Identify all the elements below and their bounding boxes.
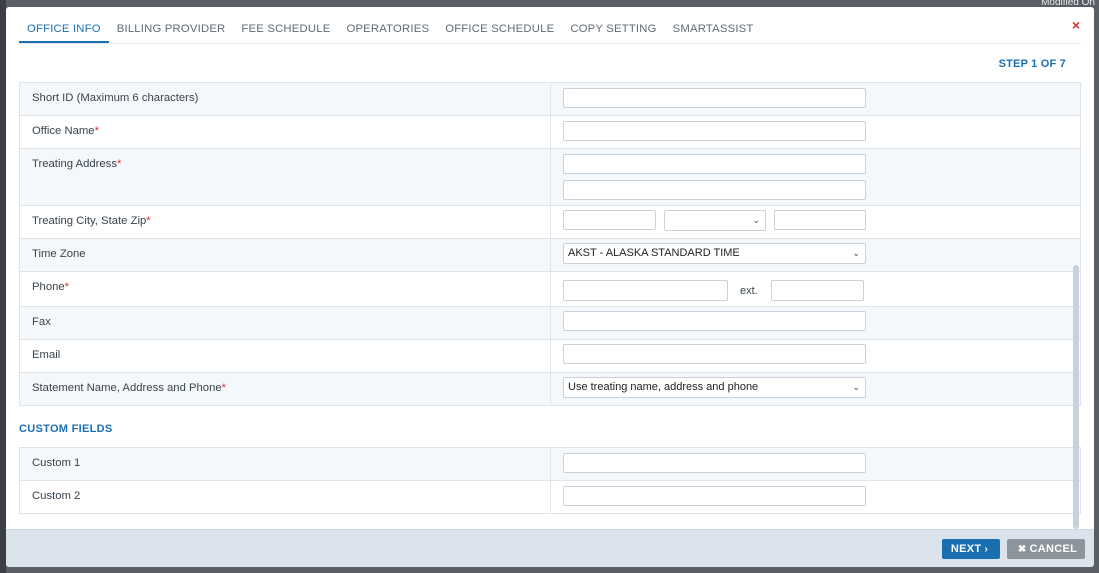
statement-label-text: Statement Name, Address and Phone (32, 382, 222, 394)
tab-copy-setting[interactable]: COPY SETTING (562, 7, 664, 43)
office-name-input[interactable] (563, 121, 866, 141)
cancel-button-label: CANCEL (1029, 543, 1078, 555)
statement-select-value: Use treating name, address and phone (568, 381, 759, 393)
short-id-label: Short ID (Maximum 6 characters) (20, 83, 551, 115)
form-row-fax: Fax (20, 307, 1080, 340)
tab-billing-provider[interactable]: BILLING PROVIDER (109, 7, 234, 43)
form-row-time-zone: Time Zone AKST - ALASKA STANDARD TIME ⌄ (20, 239, 1080, 272)
chevron-down-icon: ⌄ (852, 382, 860, 392)
chevron-right-icon: › (984, 544, 989, 555)
form-row-custom-1: Custom 1 (20, 448, 1080, 481)
tab-smartassist[interactable]: SMARTASSIST (665, 7, 762, 43)
short-id-label-text: Short ID (Maximum 6 characters) (32, 92, 199, 104)
step-indicator: STEP 1 OF 7 (998, 58, 1066, 70)
city-state-zip-cell: ⌄ (551, 206, 1080, 238)
treating-address-line2-input[interactable] (563, 180, 866, 200)
custom-2-input[interactable] (563, 486, 866, 506)
cancel-button[interactable]: ✖ CANCEL (1007, 539, 1085, 559)
time-zone-select[interactable]: AKST - ALASKA STANDARD TIME ⌄ (563, 243, 866, 264)
custom-2-label: Custom 2 (20, 481, 551, 513)
tab-divider (19, 43, 1081, 44)
form-row-phone: Phone* ext. (20, 272, 1080, 307)
close-icon: ✖ (1017, 544, 1027, 555)
form-row-office-name: Office Name* (20, 116, 1080, 149)
phone-ext-input[interactable] (771, 280, 864, 301)
statement-select[interactable]: Use treating name, address and phone ⌄ (563, 377, 866, 398)
office-name-cell (551, 116, 1080, 148)
custom-fields-heading: CUSTOM FIELDS (19, 423, 113, 435)
custom-2-label-text: Custom 2 (32, 490, 81, 502)
email-cell (551, 340, 1080, 372)
phone-ext-label: ext. (740, 285, 758, 297)
office-name-label: Office Name* (20, 116, 551, 148)
state-select[interactable]: ⌄ (664, 210, 766, 231)
city-input[interactable] (563, 210, 656, 230)
form-row-city-state-zip: Treating City, State Zip* ⌄ (20, 206, 1080, 239)
required-marker: * (116, 158, 122, 170)
email-label: Email (20, 340, 551, 372)
modal-footer: NEXT › ✖ CANCEL (6, 529, 1094, 567)
phone-input[interactable] (563, 280, 728, 301)
office-setup-modal: OFFICE INFO BILLING PROVIDER FEE SCHEDUL… (6, 7, 1094, 567)
email-label-text: Email (32, 349, 61, 361)
required-marker: * (221, 382, 227, 394)
custom-1-label-text: Custom 1 (32, 457, 81, 469)
treating-address-line1-input[interactable] (563, 154, 866, 174)
office-name-label-text: Office Name (32, 125, 95, 137)
form-row-statement: Statement Name, Address and Phone* Use t… (20, 373, 1080, 406)
required-marker: * (64, 281, 70, 293)
short-id-input[interactable] (563, 88, 866, 108)
tab-office-info[interactable]: OFFICE INFO (19, 7, 109, 43)
office-info-form: Short ID (Maximum 6 characters) Office N… (19, 82, 1081, 406)
fax-cell (551, 307, 1080, 339)
custom-fields-form: Custom 1 Custom 2 (19, 447, 1081, 514)
required-marker: * (94, 125, 99, 137)
short-id-cell (551, 83, 1080, 115)
phone-label: Phone* (20, 272, 551, 306)
chevron-down-icon: ⌄ (752, 215, 760, 225)
phone-cell: ext. (551, 272, 1080, 306)
treating-address-label: Treating Address* (20, 149, 551, 205)
zip-input[interactable] (774, 210, 866, 230)
statement-label: Statement Name, Address and Phone* (20, 373, 551, 405)
treating-address-cell (551, 149, 1080, 205)
tab-fee-schedule[interactable]: FEE SCHEDULE (233, 7, 338, 43)
close-icon[interactable]: × (1072, 17, 1080, 33)
city-state-zip-label-text: Treating City, State Zip (32, 215, 147, 227)
time-zone-cell: AKST - ALASKA STANDARD TIME ⌄ (551, 239, 1080, 271)
scrollbar-thumb[interactable] (1073, 265, 1079, 529)
tab-office-schedule[interactable]: OFFICE SCHEDULE (437, 7, 562, 43)
form-row-email: Email (20, 340, 1080, 373)
time-zone-label-text: Time Zone (32, 248, 86, 260)
tab-operatories[interactable]: OPERATORIES (338, 7, 437, 43)
treating-address-label-text: Treating Address (32, 158, 117, 170)
next-button[interactable]: NEXT › (942, 539, 1000, 559)
chevron-down-icon: ⌄ (852, 248, 860, 258)
required-marker: * (146, 215, 151, 227)
form-row-short-id: Short ID (Maximum 6 characters) (20, 83, 1080, 116)
city-state-zip-label: Treating City, State Zip* (20, 206, 551, 238)
phone-label-text: Phone (32, 281, 65, 293)
time-zone-label: Time Zone (20, 239, 551, 271)
fax-label: Fax (20, 307, 551, 339)
custom-1-input[interactable] (563, 453, 866, 473)
next-button-label: NEXT (950, 543, 982, 555)
statement-cell: Use treating name, address and phone ⌄ (551, 373, 1080, 405)
form-row-custom-2: Custom 2 (20, 481, 1080, 514)
time-zone-select-value: AKST - ALASKA STANDARD TIME (568, 247, 740, 259)
custom-2-cell (551, 481, 1080, 513)
email-input[interactable] (563, 344, 866, 364)
custom-1-label: Custom 1 (20, 448, 551, 480)
tab-bar: OFFICE INFO BILLING PROVIDER FEE SCHEDUL… (19, 7, 762, 43)
fax-label-text: Fax (32, 316, 51, 328)
form-row-treating-address: Treating Address* (20, 149, 1080, 206)
fax-input[interactable] (563, 311, 866, 331)
custom-1-cell (551, 448, 1080, 480)
